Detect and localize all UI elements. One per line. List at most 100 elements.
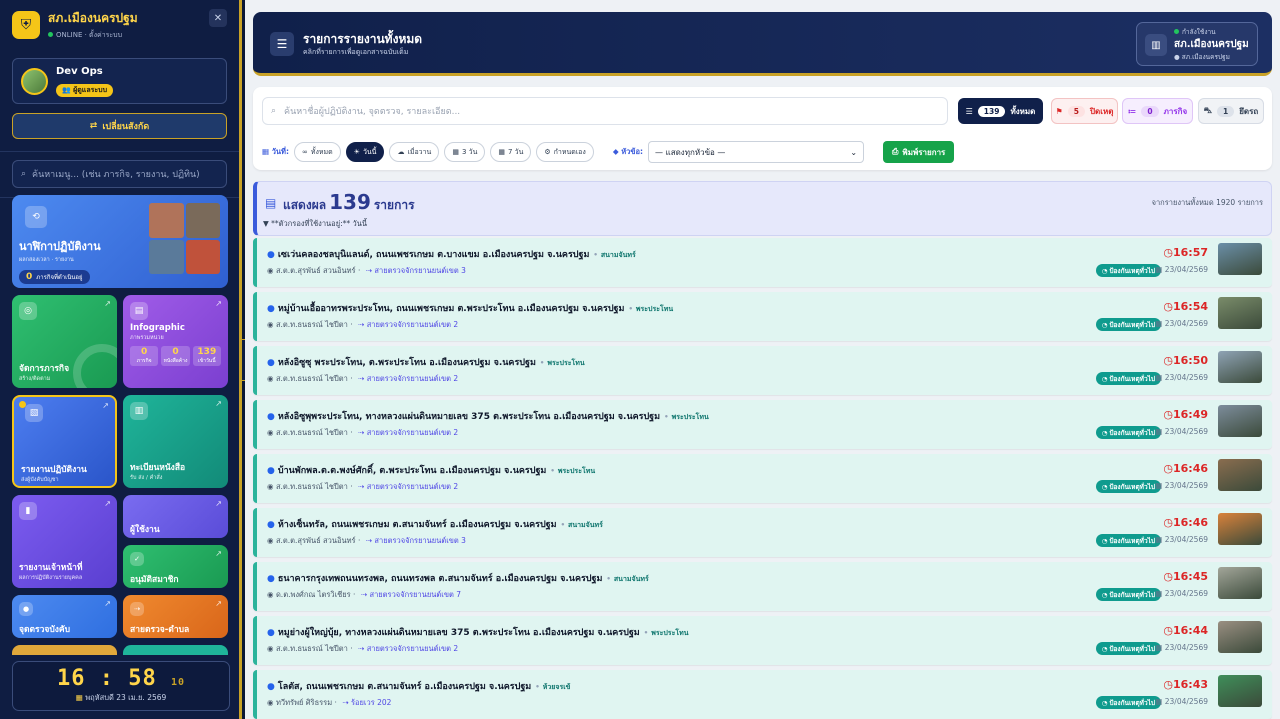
calendar-icon: ▦ (1155, 265, 1163, 274)
tile-checkpoint[interactable]: ↗ ● จุดตรวจบังคับ (12, 595, 117, 638)
report-route-text: สายตรวจจักรยานยนต์เขต 7 (369, 590, 462, 599)
active-unit-card[interactable]: ▥ กำลังใช้งาน สภ.เมืองนครปฐม ● สภ.เมืองน… (1136, 22, 1258, 66)
filter-closed-button[interactable]: ⚑ 5 ปิดเหตุ (1051, 98, 1118, 124)
report-item[interactable]: ● บ้านพักพล.ต.ต.พงษ์ศักดิ์, ต.พระประโทน อ… (253, 454, 1272, 503)
report-meta: ◉ ทวีทรัพย์ ศิริธรรม · ⇢ ร้อยเวร 202 (267, 698, 392, 707)
tile-duty-report[interactable]: ↗ ▧ รายงานปฏิบัติงาน ส่งผู้บังคับบัญชา (12, 395, 117, 488)
arrow-icon: ↗ (215, 399, 222, 408)
arrow-icon: ↗ (215, 299, 222, 308)
report-photo-thumbnail[interactable] (1218, 297, 1262, 329)
count-label: ภารกิจ (1163, 106, 1188, 116)
menu-search-input[interactable]: ⌕ ค้นหาเมนู... (เช่น ภารกิจ, รายงาน, ปฏิท… (12, 160, 227, 188)
report-photo-thumbnail[interactable] (1218, 675, 1262, 707)
tile-infographic[interactable]: ↗ ▤ Infographic ภาพรวมหน่วย 0 ภารกิจ 0 หนั… (123, 295, 228, 388)
date-chip-today[interactable]: ☀ วันนี้ (345, 142, 385, 162)
sidebar: ⛨ สภ.เมืองนครปฐม ONLINE · ตั้งค่าระบบ ✕ … (0, 0, 242, 719)
report-type-badge: ◔ ป้องกันเหตุทั่วไป (1095, 642, 1161, 655)
report-photo-thumbnail[interactable] (1218, 405, 1262, 437)
report-item[interactable]: ● ธนาคารกรุงเทพถนนทรงพล, ถนนทรงพล ต.สนามจ… (253, 562, 1272, 611)
report-type-text: ป้องกันเหตุทั่วไป (1109, 482, 1155, 491)
date-chip-3days[interactable]: ▦ 3 วัน (444, 142, 486, 162)
report-time-text: 16:45 (1172, 570, 1208, 583)
bell-icon: ◔ (1101, 374, 1108, 383)
user-icon: ◉ (267, 374, 274, 383)
tile-officer-report[interactable]: ↗ ▮ รายงานเจ้าหน้าที่ ผลการปฏิบัติงานราย… (12, 495, 117, 588)
clock-date-text: พฤหัสบดี 23 เม.ย. 2569 (85, 693, 167, 702)
report-item[interactable]: ● โลตัส, ถนนเพชรเกษม ต.สนามจันทร์ อ.เมือง… (253, 670, 1272, 719)
report-type-text: ป้องกันเหตุทั่วไป (1109, 536, 1155, 545)
date-chip-custom[interactable]: ⚙ กำหนดเอง (536, 142, 594, 162)
report-route: ⇢ สายตรวจจักรยานยนต์เขต 2 (358, 644, 458, 653)
clock-icon: ◷ (1163, 462, 1173, 475)
print-list-button[interactable]: ⎙ พิมพ์รายการ (883, 141, 955, 163)
tile-book-registry[interactable]: ↗ ▥ ทะเบียนหนังสือ รับ ส่ง / คำสั่ง (123, 395, 228, 488)
user-card[interactable]: Dev Ops 👥 ผู้ดูแลระบบ (12, 58, 227, 104)
date-chip-yesterday[interactable]: ☁ เมื่อวาน (389, 142, 440, 162)
report-meta: ◉ ด.ต.พงศ์กณ ไตรวิเชียร · ⇢ สายตรวจจักรย… (267, 590, 462, 599)
tile-manage-missions[interactable]: ↗ ◎ จัดการภารกิจ สร้าง/ติดตาม (12, 295, 117, 388)
tile-subtitle: ผลการปฏิบัติงานรายบุคคล (19, 575, 83, 581)
tile-title: Infographic (130, 323, 185, 333)
active-mission-count: 0 (26, 272, 33, 282)
car-icon: ⛍ (1203, 106, 1212, 115)
tile-users[interactable]: ↗ ผู้ใช้งาน (123, 495, 228, 538)
report-route: ⇢ สายตรวจจักรยานยนต์เขต 2 (358, 482, 458, 491)
report-type-text: ป้องกันเหตุทั่วไป (1109, 374, 1155, 383)
report-photo-thumbnail[interactable] (1218, 567, 1262, 599)
report-area-tag: พระประโทน (540, 359, 585, 367)
results-suffix: รายการ (373, 198, 415, 212)
route-icon: ⇢ (358, 320, 365, 329)
report-meta: ◉ ส.ต.ท.ธนธรณ์ ไชปีตา · ⇢ สายตรวจจักรยาน… (267, 644, 459, 653)
report-photo-thumbnail[interactable] (1218, 513, 1262, 545)
history-icon: ⟲ (25, 206, 47, 228)
report-item[interactable]: ● หมู่บ้านเอื้ออาทรพระประโทน, ถนนเพชรเกษม… (253, 292, 1272, 341)
tile-duty-clock[interactable]: ⟲ นาฬิกาปฏิบัติงาน ผลกล่องเวลา · รายงาน … (12, 195, 228, 288)
clock-icon: ◷ (1163, 354, 1173, 367)
topic-select[interactable]: — แสดงทุกหัวข้อ — ⌄ (648, 141, 865, 163)
report-area-tag: สนามจันทร์ (593, 251, 635, 259)
chip-label: เมื่อวาน (407, 147, 432, 156)
report-item[interactable]: ● หมูย่างผู้ใหญ่บุ้ย, ทางหลวงแผ่นดินหมายเ… (253, 616, 1272, 665)
report-photo-thumbnail[interactable] (1218, 351, 1262, 383)
report-officer: ส.ต.ท.ธนธรณ์ ไชปีตา (275, 482, 348, 491)
user-icon: ◉ (267, 536, 274, 545)
pin-icon: ● (267, 250, 275, 260)
tile-title: จัดการภารกิจ (19, 364, 70, 374)
tile-approve-members[interactable]: ↗ ✓ อนุมัติสมาชิก (123, 545, 228, 588)
list-icon: ☰ (270, 32, 294, 56)
close-sidebar-button[interactable]: ✕ (209, 9, 227, 27)
chart-icon: ▤ (130, 302, 148, 320)
tile-patrol[interactable]: ↗ ⇢ สายตรวจ-ตำบล (123, 595, 228, 638)
filter-panel: ⌕ ค้นหาชื่อผู้ปฏิบัติงาน, จุดตรวจ, รายละเ… (253, 87, 1272, 170)
date-chip-7days[interactable]: ▦ 7 วัน (490, 142, 532, 162)
route-icon: ⇢ (358, 374, 365, 383)
report-location: ● โลตัส, ถนนเพชรเกษม ต.สนามจันทร์ อ.เมือง… (267, 679, 570, 693)
clock-icon: ◷ (1163, 570, 1173, 583)
report-item[interactable]: ● หลังอิซูซุ พระประโทน, ต.พระประโทน อ.เมื… (253, 346, 1272, 395)
report-date-text: 23/04/2569 (1164, 481, 1208, 490)
date-chip-all[interactable]: ∞ ทั้งหมด (294, 142, 341, 162)
report-location: ● หลังอิซูพุพระประโทน, ทางหลวงแผ่นดินหมาย… (267, 409, 709, 423)
bell-icon: ◔ (1101, 482, 1108, 491)
arrow-icon: ↗ (215, 549, 222, 558)
report-search-input[interactable]: ⌕ ค้นหาชื่อผู้ปฏิบัติงาน, จุดตรวจ, รายละเ… (262, 97, 948, 125)
flag-icon: ⚑ (1055, 106, 1063, 116)
report-photo-thumbnail[interactable] (1218, 459, 1262, 491)
filter-all-button[interactable]: ☰ 139 ทั้งหมด (958, 98, 1043, 124)
filter-missions-button[interactable]: ≔ 0 ภารกิจ (1122, 98, 1193, 124)
report-item[interactable]: ● ห้างเซ็นทรัล, ถนนเพชรเกษม ต.สนามจันทร์ … (253, 508, 1272, 557)
report-item[interactable]: ● หลังอิซูพุพระประโทน, ทางหลวงแผ่นดินหมาย… (253, 400, 1272, 449)
report-photo-thumbnail[interactable] (1218, 621, 1262, 653)
pin-icon: ● (267, 304, 275, 314)
active-mission-label: ภารกิจที่ดำเนินอยู่ (36, 274, 83, 281)
filter-seized-car-button[interactable]: ⛍ 1 ยึดรถ (1198, 98, 1264, 124)
switch-unit-button[interactable]: ⇄ เปลี่ยนสังกัด (12, 113, 227, 139)
topic-select-value: — แสดงทุกหัวข้อ — (655, 147, 726, 157)
active-unit-label-text: กำลังใช้งาน (1182, 28, 1216, 36)
tile-decor (73, 344, 117, 388)
photo-thumbnail (185, 203, 220, 238)
report-photo-thumbnail[interactable] (1218, 243, 1262, 275)
user-check-icon: ✓ (130, 552, 144, 566)
report-time-text: 16:43 (1172, 678, 1208, 691)
report-item[interactable]: ● เซเว่นคลองชลบุนิแลนด์, ถนนเพชรเกษม ต.บา… (253, 238, 1272, 287)
